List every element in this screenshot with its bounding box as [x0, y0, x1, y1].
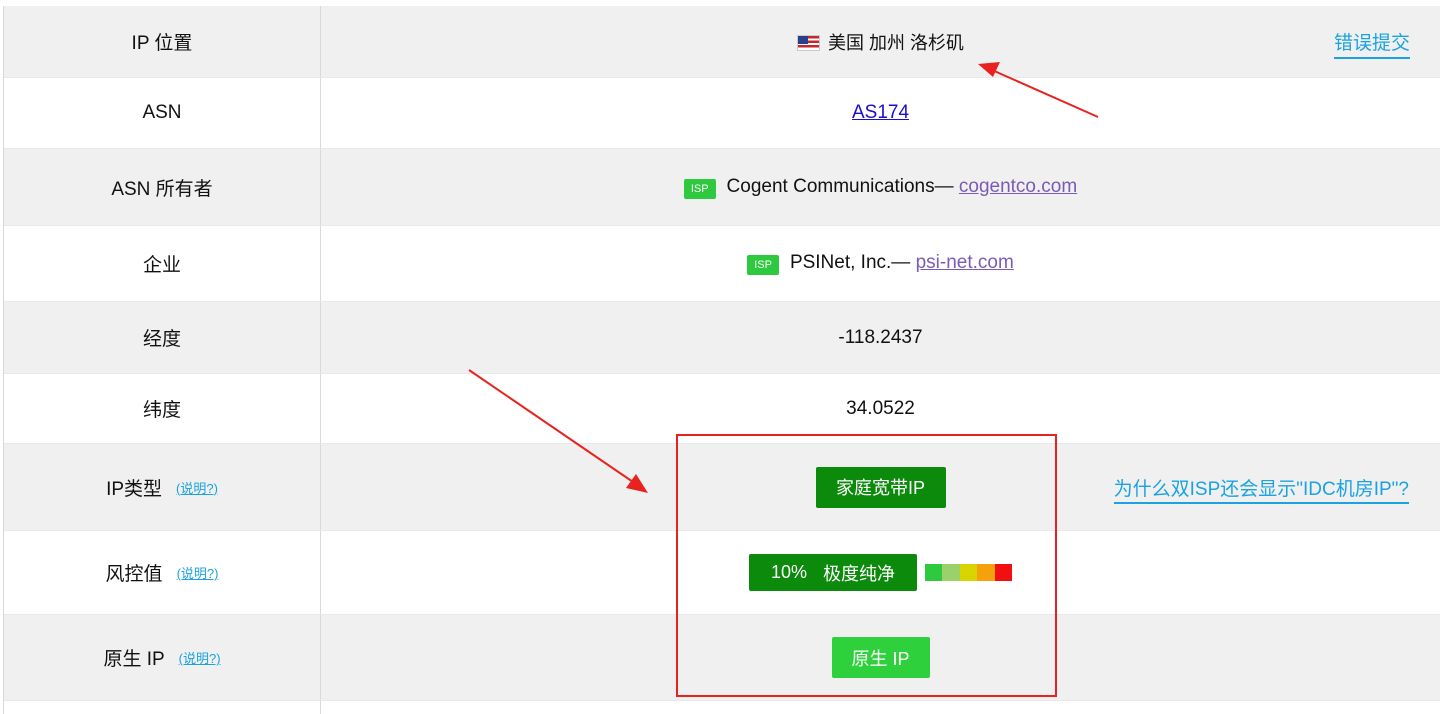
row-ip-location: IP 位置 美国 加州 洛杉矶 错误提交 — [4, 6, 1440, 78]
risk-percent: 10% — [771, 562, 808, 582]
value-ip-type: 家庭宽带IP 为什么双ISP还会显示"IDC机房IP"? — [321, 444, 1440, 530]
risk-bar-segment — [959, 564, 978, 581]
value-asn-owner: ISP Cogent Communications— cogentco.com — [321, 149, 1440, 225]
isp-badge: ISP — [747, 255, 779, 275]
company-domain-link[interactable]: psi-net.com — [916, 252, 1014, 273]
risk-level: 极度纯净 — [823, 563, 896, 584]
risk-level-bar — [925, 564, 1012, 581]
value-risk: 10% 极度纯净 — [321, 531, 1440, 614]
ip-info-table: IP 位置 美国 加州 洛杉矶 错误提交 ASN AS174 ASN 所有者 I… — [3, 6, 1440, 714]
label-ip-location: IP 位置 — [4, 6, 321, 77]
row-next — [4, 701, 1440, 714]
isp-badge: ISP — [683, 178, 716, 199]
row-ip-type: IP类型 (说明?) 家庭宽带IP 为什么双ISP还会显示"IDC机房IP"? — [4, 444, 1440, 531]
value-latitude: 34.0522 — [846, 397, 915, 419]
row-longitude: 经度 -118.2437 — [4, 302, 1440, 374]
report-error-link[interactable]: 错误提交 — [1333, 28, 1410, 59]
risk-bar-segment — [942, 564, 960, 581]
label-company: 企业 — [4, 226, 321, 301]
value-asn: AS174 — [321, 78, 1440, 148]
native-ip-tag: 原生 IP — [831, 637, 930, 678]
company-name: PSINet, Inc.— — [789, 252, 911, 273]
row-native-ip: 原生 IP (说明?) 原生 IP — [4, 615, 1440, 701]
value-ip-location: 美国 加州 洛杉矶 错误提交 — [321, 6, 1440, 77]
why-dual-isp-link[interactable]: 为什么双ISP还会显示"IDC机房IP"? — [1113, 474, 1409, 504]
row-asn: ASN AS174 — [4, 78, 1440, 149]
label-risk: 风控值 (说明?) — [4, 531, 321, 614]
label-latitude: 纬度 — [4, 374, 321, 443]
value-native-ip: 原生 IP — [321, 615, 1440, 700]
us-flag-icon — [796, 34, 820, 51]
label-native-ip: 原生 IP (说明?) — [4, 615, 321, 700]
risk-help-link[interactable]: (说明?) — [177, 563, 219, 582]
row-risk: 风控值 (说明?) 10% 极度纯净 — [4, 531, 1440, 615]
row-company: 企业 ISP PSINet, Inc.— psi-net.com — [4, 226, 1440, 302]
label-ip-type: IP类型 (说明?) — [4, 444, 321, 530]
ip-type-help-link[interactable]: (说明?) — [176, 478, 218, 497]
asn-owner-name: Cogent Communications— — [726, 175, 954, 197]
risk-score-tag: 10% 极度纯净 — [749, 554, 918, 591]
risk-bar-segment — [977, 564, 995, 581]
label-asn: ASN — [4, 78, 321, 148]
value-company: ISP PSINet, Inc.— psi-net.com — [321, 226, 1440, 301]
location-text: 美国 加州 洛杉矶 — [827, 32, 964, 53]
native-ip-help-link[interactable]: (说明?) — [179, 648, 221, 667]
label-asn-owner: ASN 所有者 — [4, 149, 321, 225]
ip-type-tag: 家庭宽带IP — [815, 466, 946, 508]
value-longitude: -118.2437 — [838, 326, 923, 348]
label-longitude: 经度 — [4, 302, 321, 373]
asn-owner-domain-link[interactable]: cogentco.com — [959, 176, 1077, 197]
row-asn-owner: ASN 所有者 ISP Cogent Communications— cogent… — [4, 149, 1440, 226]
risk-bar-segment — [994, 564, 1012, 581]
row-latitude: 纬度 34.0522 — [4, 374, 1440, 444]
risk-bar-segment — [925, 564, 943, 581]
asn-link[interactable]: AS174 — [852, 102, 909, 124]
